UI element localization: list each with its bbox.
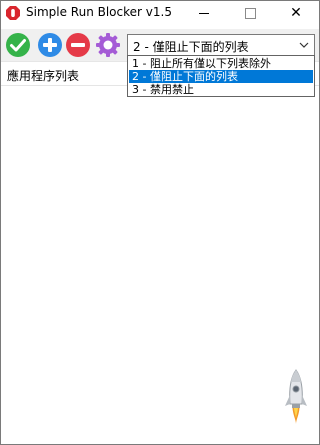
add-icon[interactable] xyxy=(37,32,63,58)
settings-gear-icon[interactable] xyxy=(95,32,121,58)
mode-option-3[interactable]: 3 - 禁用禁止 xyxy=(129,83,313,96)
close-icon: ✕ xyxy=(290,5,302,21)
chevron-down-icon xyxy=(299,42,309,48)
maximize-button[interactable] xyxy=(227,1,273,25)
minimize-button[interactable] xyxy=(181,1,227,25)
mode-option-1[interactable]: 1 - 阻止所有僅以下列表除外 xyxy=(129,57,313,70)
app-list[interactable] xyxy=(1,86,319,444)
mode-select-value: 2 - 僅阻止下面的列表 xyxy=(133,40,249,54)
title-bar[interactable]: Simple Run Blocker v1.5 ✕ xyxy=(1,1,319,25)
rocket-icon[interactable] xyxy=(283,368,309,430)
window-title: Simple Run Blocker v1.5 xyxy=(26,5,172,19)
app-list-header-label: 應用程序列表 xyxy=(7,69,80,83)
stop-sign-app-icon xyxy=(6,6,20,20)
mode-select[interactable]: 2 - 僅阻止下面的列表 xyxy=(127,34,315,56)
minimize-icon xyxy=(199,12,209,14)
close-button[interactable]: ✕ xyxy=(273,1,319,25)
maximize-icon xyxy=(244,7,256,19)
app-window: Simple Run Blocker v1.5 ✕ 2 - 僅阻止下面的列表 1… xyxy=(0,0,320,445)
mode-option-2[interactable]: 2 - 僅阻止下面的列表 xyxy=(129,70,313,83)
mode-dropdown-list: 1 - 阻止所有僅以下列表除外 2 - 僅阻止下面的列表 3 - 禁用禁止 xyxy=(127,55,315,97)
check-icon[interactable] xyxy=(5,32,31,58)
remove-icon[interactable] xyxy=(65,32,91,58)
